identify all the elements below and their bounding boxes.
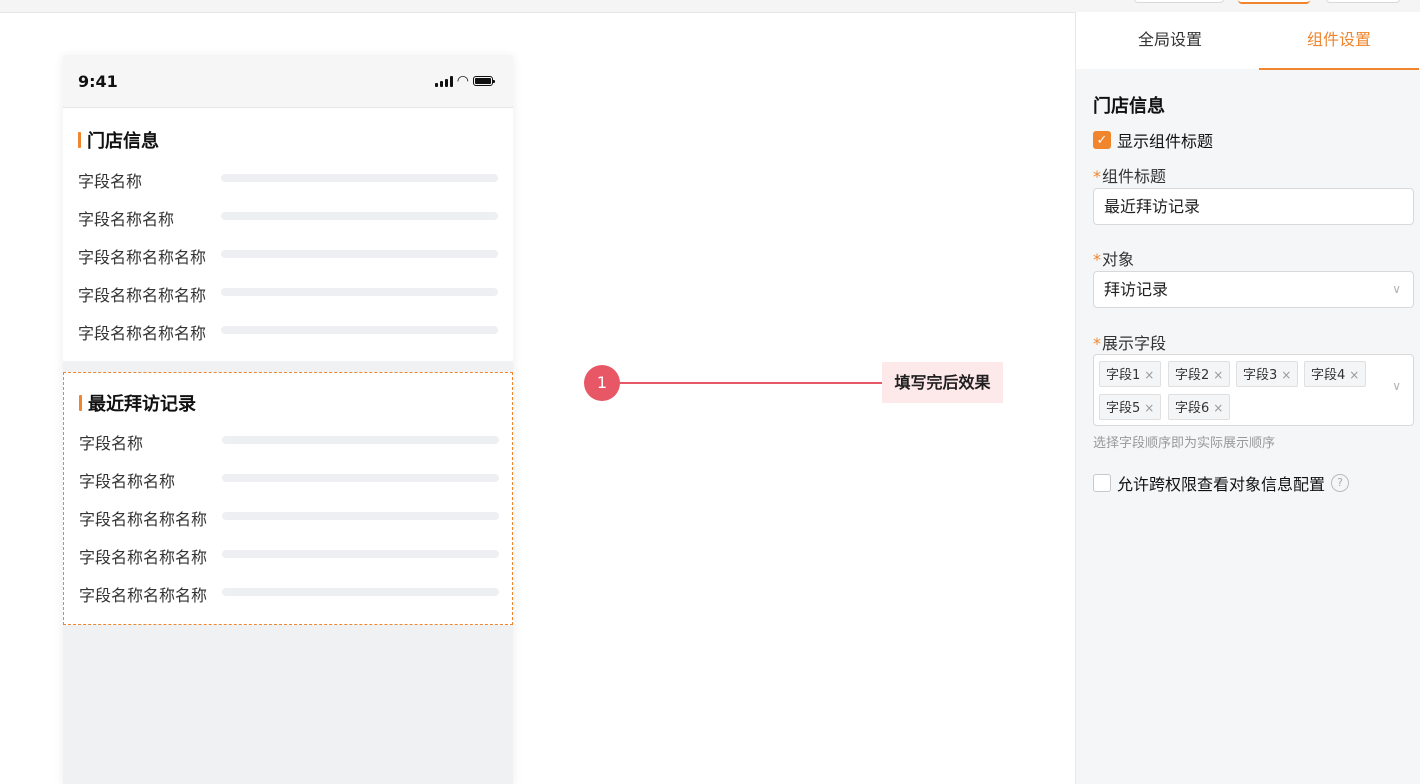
object-select-value: 拜访记录 <box>1104 280 1169 299</box>
field-row: 字段名称名称名称 <box>78 244 498 267</box>
field-tag[interactable]: 字段1 × <box>1099 361 1162 387</box>
field-tag[interactable]: 字段4 × <box>1304 361 1367 387</box>
field-value-placeholder <box>221 250 498 258</box>
object-label: *对象 <box>1093 250 1135 269</box>
field-row: 字段名称 <box>78 168 498 191</box>
store-card-title: 门店信息 <box>78 127 159 153</box>
tag-remove-icon[interactable]: × <box>1281 368 1291 382</box>
field-label: 字段名称名称名称 <box>79 510 208 529</box>
tag-remove-icon[interactable]: × <box>1213 401 1223 415</box>
field-label: 字段名称名称名称 <box>79 548 208 567</box>
cross-permission-checkbox-row[interactable]: 允许跨权限查看对象信息配置 ? <box>1093 471 1350 495</box>
tag-remove-icon[interactable]: × <box>1144 401 1154 415</box>
title-accent-bar <box>78 132 81 148</box>
field-row: 字段名称名称名称 <box>78 282 498 305</box>
display-fields-label: *展示字段 <box>1093 334 1167 353</box>
field-value-placeholder <box>222 436 499 444</box>
tag-remove-icon[interactable]: × <box>1144 368 1154 382</box>
field-value-placeholder <box>222 474 499 482</box>
signal-icon <box>434 75 453 87</box>
field-value-placeholder <box>221 212 498 220</box>
recent-visit-card[interactable]: 最近拜访记录 字段名称 字段名称名称 字段名称名称名称 字段名称名称名称 字段名… <box>63 372 513 625</box>
field-value-placeholder <box>222 550 499 558</box>
annotation-connector-line <box>620 382 882 384</box>
field-row: 字段名称名称 <box>78 206 498 229</box>
field-label: 字段名称名称名称 <box>78 286 207 305</box>
store-info-card[interactable]: 门店信息 字段名称 字段名称名称 字段名称名称名称 字段名称名称名称 字段名称名… <box>63 108 513 361</box>
show-title-label: 显示组件标题 <box>1117 132 1214 151</box>
checkbox-checked-icon[interactable]: ✓ <box>1093 131 1111 149</box>
toolbar-button[interactable] <box>1134 0 1224 3</box>
tag-remove-icon[interactable]: × <box>1213 368 1223 382</box>
field-label: 字段名称名称 <box>78 210 175 229</box>
status-icons: ◠ <box>434 73 495 89</box>
field-label: 字段名称名称 <box>79 472 176 491</box>
field-value-placeholder <box>221 288 498 296</box>
status-bar: 9:41 ◠ <box>63 55 513 108</box>
object-select[interactable]: 拜访记录 ∨ <box>1093 271 1414 308</box>
title-accent-bar <box>79 395 82 411</box>
field-label: 字段名称名称名称 <box>78 324 207 343</box>
cross-permission-label: 允许跨权限查看对象信息配置 <box>1117 475 1326 494</box>
field-label: 字段名称 <box>78 172 143 191</box>
field-row: 字段名称名称名称 <box>79 506 499 529</box>
display-fields-hint: 选择字段顺序即为实际展示顺序 <box>1093 436 1276 451</box>
tab-component-settings[interactable]: 组件设置 <box>1259 12 1419 70</box>
field-row: 字段名称名称 <box>79 468 499 491</box>
field-row: 字段名称名称名称 <box>79 582 499 605</box>
field-value-placeholder <box>222 512 499 520</box>
field-tag[interactable]: 字段5 × <box>1099 394 1162 420</box>
annotation-label: 填写完后效果 <box>882 362 1003 403</box>
phone-preview: 9:41 ◠ 门店信息 字段名称 字段名称名称 字段名称名称名称 字段名称名称名… <box>63 55 513 784</box>
field-value-placeholder <box>222 588 499 596</box>
toolbar-button-active[interactable] <box>1238 0 1310 4</box>
show-title-checkbox-row[interactable]: ✓ 显示组件标题 <box>1093 128 1213 152</box>
component-title-input[interactable]: 最近拜访记录 <box>1093 188 1414 225</box>
field-value-placeholder <box>221 174 498 182</box>
visit-card-title: 最近拜访记录 <box>79 390 196 416</box>
wifi-icon: ◠ <box>456 73 469 89</box>
status-time: 9:41 <box>78 72 118 91</box>
field-row: 字段名称名称名称 <box>79 544 499 567</box>
display-fields-multiselect[interactable]: 字段1 × 字段2 × 字段3 × 字段4 × 字段5 × 字段6 × ∨ <box>1093 354 1414 426</box>
field-value-placeholder <box>221 326 498 334</box>
help-icon[interactable]: ? <box>1331 474 1350 492</box>
battery-icon <box>473 76 495 86</box>
chevron-down-icon: ∨ <box>1392 379 1401 393</box>
field-label: 字段名称名称名称 <box>78 248 207 267</box>
annotation-number-badge: 1 <box>584 365 620 401</box>
field-tag[interactable]: 字段2 × <box>1168 361 1231 387</box>
checkbox-unchecked-icon[interactable] <box>1093 474 1111 492</box>
field-row: 字段名称名称名称 <box>78 320 498 343</box>
field-tag[interactable]: 字段3 × <box>1236 361 1299 387</box>
tag-remove-icon[interactable]: × <box>1349 368 1359 382</box>
toolbar-button[interactable] <box>1326 0 1400 3</box>
field-tag[interactable]: 字段6 × <box>1168 394 1231 420</box>
component-title-label: *组件标题 <box>1093 167 1167 186</box>
settings-tabs: 全局设置 组件设置 <box>1076 12 1420 70</box>
section-title: 门店信息 <box>1093 96 1165 117</box>
settings-panel: 全局设置 组件设置 门店信息 ✓ 显示组件标题 *组件标题 最近拜访记录 *对象… <box>1075 12 1420 784</box>
field-label: 字段名称 <box>79 434 144 453</box>
field-label: 字段名称名称名称 <box>79 586 208 605</box>
chevron-down-icon: ∨ <box>1392 282 1401 296</box>
tab-global-settings[interactable]: 全局设置 <box>1090 12 1250 68</box>
field-row: 字段名称 <box>79 430 499 453</box>
